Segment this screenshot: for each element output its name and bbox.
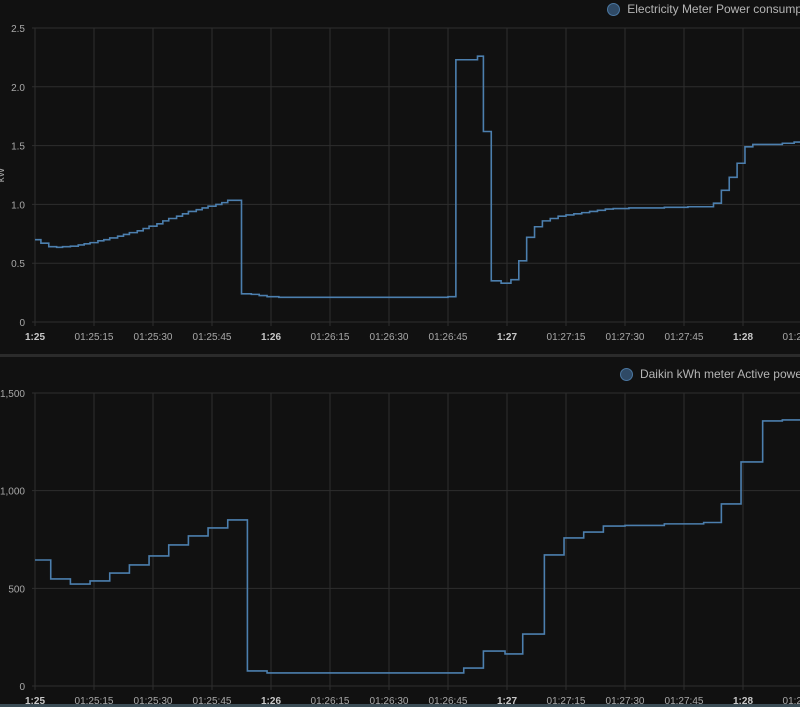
y-axis-label: kW bbox=[0, 167, 7, 182]
y-tick-label: 0.5 bbox=[11, 259, 25, 270]
x-tick-label: 1:27 bbox=[497, 332, 517, 343]
x-tick-label: 01:27:45 bbox=[665, 332, 704, 343]
x-tick-label: 01:27:15 bbox=[547, 332, 586, 343]
x-tick-label: 01:27:30 bbox=[606, 332, 645, 343]
y-tick-label: 500 bbox=[8, 584, 25, 595]
y-tick-label: 1.5 bbox=[11, 142, 25, 153]
y-tick-label: 0 bbox=[19, 682, 25, 693]
active-power-chart[interactable]: 05001,0001,5001:25 01:25:15 01:25:30 01:25:… bbox=[0, 357, 800, 707]
x-tick-label: 01:28:15 bbox=[783, 332, 800, 343]
y-tick-label: 1.0 bbox=[11, 200, 25, 211]
y-tick-label: 1,000 bbox=[0, 487, 25, 498]
x-tick-label: 01:25:30 bbox=[134, 332, 173, 343]
x-tick-label: 01:26:45 bbox=[429, 332, 468, 343]
series-line[interactable] bbox=[35, 55, 800, 299]
x-tick-label: 1:26 bbox=[261, 332, 281, 343]
power-consumption-chart-card: Electricity Meter Power consump 0 0.5 1.0 1… bbox=[0, 0, 800, 355]
x-tick-label: 1:25 bbox=[25, 332, 45, 343]
y-tick-label: 0 bbox=[19, 318, 25, 329]
active-power-chart-card: Daikin kWh meter Active powe 0 500 1,000 1,… bbox=[0, 357, 800, 707]
x-tick-label: 01:26:30 bbox=[370, 332, 409, 343]
x-tick-label: 01:25:15 bbox=[75, 332, 114, 343]
x-tick-label: 01:25:45 bbox=[193, 332, 232, 343]
y-tick-label: 1,500 bbox=[0, 389, 25, 400]
x-tick-label: 1:28 bbox=[733, 332, 753, 343]
x-tick-label: 01:26:15 bbox=[311, 332, 350, 343]
power-consumption-chart[interactable]: 0 0.5 1.0 1.5 2.0 2.5 1:25 01:25:15 01:25:30 01:2… bbox=[0, 0, 800, 355]
y-tick-label: 2.5 bbox=[11, 24, 25, 35]
series-line[interactable] bbox=[35, 419, 800, 674]
y-tick-label: 2.0 bbox=[11, 83, 25, 94]
